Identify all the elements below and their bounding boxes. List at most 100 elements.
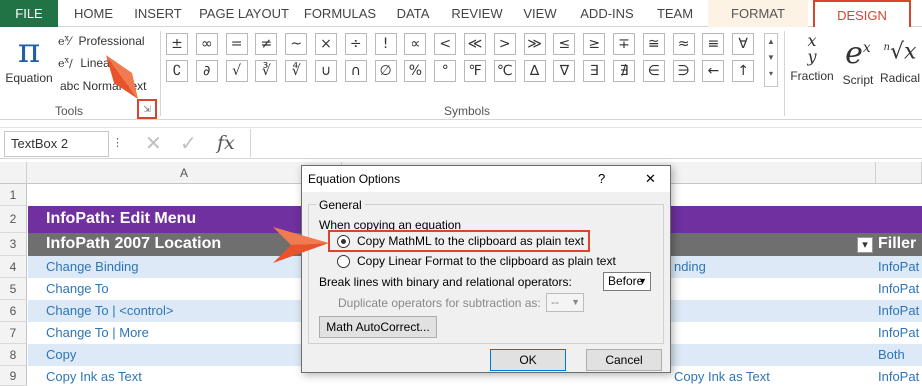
tab-review[interactable]: REVIEW bbox=[446, 0, 508, 27]
tab-team[interactable]: TEAM bbox=[650, 0, 700, 27]
symbol-button[interactable]: ∆ bbox=[523, 60, 546, 82]
table-cell[interactable]: Change To bbox=[42, 281, 292, 296]
table-cell[interactable]: InfoPat bbox=[874, 281, 922, 296]
insert-function-icon[interactable]: fx bbox=[217, 132, 235, 154]
table-cell[interactable]: Change To | <control> bbox=[42, 303, 292, 318]
row-header[interactable]: 4 bbox=[0, 256, 27, 278]
symbol-button[interactable]: > bbox=[493, 33, 516, 55]
table-cell[interactable]: Copy Ink as Text bbox=[42, 369, 292, 384]
symbol-button[interactable]: ∅ bbox=[374, 60, 397, 82]
enter-icon[interactable]: ✓ bbox=[180, 131, 197, 155]
column-header[interactable] bbox=[876, 162, 922, 184]
symbol-button[interactable]: ← bbox=[702, 60, 725, 82]
symbol-button[interactable]: ≥ bbox=[583, 33, 606, 55]
symbols-scroll[interactable]: ▲ ▼ ▾ bbox=[764, 33, 778, 87]
symbol-button[interactable]: ∪ bbox=[315, 60, 337, 82]
symbol-button[interactable]: ∋ bbox=[672, 60, 695, 82]
symbol-button[interactable]: % bbox=[404, 60, 427, 82]
table-cell[interactable]: Change Binding bbox=[42, 259, 292, 274]
symbol-button[interactable]: ≤ bbox=[553, 33, 576, 55]
cancel-button[interactable]: Cancel bbox=[586, 349, 662, 371]
row-header[interactable]: 3 bbox=[0, 233, 27, 256]
symbol-button[interactable]: ± bbox=[166, 33, 188, 55]
table-cell[interactable]: InfoPat bbox=[874, 369, 922, 384]
row-header[interactable]: 1 bbox=[0, 184, 27, 206]
tab-view[interactable]: VIEW bbox=[516, 0, 564, 27]
symbol-button[interactable]: ℉ bbox=[464, 60, 486, 82]
symbol-button[interactable]: ° bbox=[434, 60, 457, 82]
row-header[interactable]: 7 bbox=[0, 322, 27, 344]
symbol-button[interactable]: ↑ bbox=[732, 60, 755, 82]
cancel-icon[interactable]: ✕ bbox=[145, 131, 162, 155]
symbol-button[interactable]: × bbox=[315, 33, 337, 55]
table-cell[interactable]: Change To | More bbox=[42, 325, 292, 340]
symbol-button[interactable]: ≠ bbox=[255, 33, 278, 55]
symbol-button[interactable]: < bbox=[434, 33, 457, 55]
tab-page-layout[interactable]: PAGE LAYOUT bbox=[196, 0, 292, 27]
symbol-button[interactable]: ∂ bbox=[195, 60, 218, 82]
name-box[interactable]: TextBox 2 bbox=[4, 131, 109, 157]
help-button[interactable]: ? bbox=[598, 166, 605, 192]
math-autocorrect-button[interactable]: Math AutoCorrect... bbox=[319, 316, 437, 338]
symbol-button[interactable]: ∛ bbox=[255, 60, 278, 82]
symbol-button[interactable]: ∝ bbox=[404, 33, 427, 55]
mathml-option-label[interactable]: Copy MathML to the clipboard as plain te… bbox=[357, 234, 584, 248]
tab-home[interactable]: HOME bbox=[66, 0, 121, 27]
symbol-button[interactable]: ∜ bbox=[285, 60, 308, 82]
namebox-dropdown-icon[interactable]: ⋮ bbox=[112, 136, 123, 149]
symbol-button[interactable]: ∁ bbox=[166, 60, 188, 82]
fraction-button[interactable]: xy Fraction bbox=[788, 29, 836, 89]
equation-button[interactable]: π Equation bbox=[4, 31, 54, 91]
linear-option-label[interactable]: Copy Linear Format to the clipboard as p… bbox=[357, 254, 616, 268]
tab-insert[interactable]: INSERT bbox=[128, 0, 188, 27]
symbol-button[interactable]: ∃ bbox=[583, 60, 606, 82]
column-header-a[interactable]: A bbox=[27, 162, 342, 184]
tab-data[interactable]: DATA bbox=[388, 0, 438, 27]
symbol-button[interactable]: ∞ bbox=[195, 33, 218, 55]
break-lines-select[interactable]: Before ▼ bbox=[603, 272, 651, 291]
ok-button[interactable]: OK bbox=[490, 349, 566, 371]
radical-button[interactable]: n√x Radical bbox=[878, 29, 922, 89]
tab-formulas[interactable]: FORMULAS bbox=[300, 0, 380, 27]
row-header[interactable]: 9 bbox=[0, 366, 27, 386]
symbol-button[interactable]: ≫ bbox=[523, 33, 546, 55]
linear-radio[interactable] bbox=[337, 255, 350, 268]
row-header[interactable]: 2 bbox=[0, 206, 27, 233]
table-cell[interactable]: Copy bbox=[42, 347, 292, 362]
table-cell[interactable]: InfoPat bbox=[874, 303, 922, 318]
tab-format[interactable]: FORMAT bbox=[708, 0, 808, 27]
symbol-button[interactable]: = bbox=[225, 33, 248, 55]
row-header[interactable]: 5 bbox=[0, 278, 27, 300]
table-cell[interactable]: Copy Ink as Text bbox=[670, 369, 870, 384]
tab-add-ins[interactable]: ADD-INS bbox=[572, 0, 642, 27]
symbol-button[interactable]: ∀ bbox=[732, 33, 755, 55]
row-header[interactable]: 8 bbox=[0, 344, 27, 366]
symbol-button[interactable]: ∩ bbox=[344, 60, 367, 82]
symbol-button[interactable]: ℃ bbox=[493, 60, 516, 82]
symbol-button[interactable]: ! bbox=[374, 33, 397, 55]
symbol-button[interactable]: √ bbox=[225, 60, 248, 82]
symbol-button[interactable]: ∓ bbox=[613, 33, 635, 55]
formula-input[interactable] bbox=[250, 129, 922, 157]
symbol-button[interactable]: ≪ bbox=[464, 33, 486, 55]
select-all-corner[interactable] bbox=[0, 162, 27, 184]
mathml-radio[interactable] bbox=[337, 235, 350, 248]
table-cell[interactable]: Both bbox=[874, 347, 922, 362]
symbol-button[interactable]: ≅ bbox=[642, 33, 665, 55]
symbol-button[interactable]: ∇ bbox=[553, 60, 576, 82]
script-button[interactable]: ex Script bbox=[838, 29, 878, 89]
tab-file[interactable]: FILE bbox=[0, 0, 58, 27]
tab-design[interactable]: DESIGN bbox=[813, 0, 911, 27]
table-cell[interactable]: InfoPat bbox=[874, 259, 922, 274]
symbol-button[interactable]: ~ bbox=[285, 33, 308, 55]
row-header[interactable]: 6 bbox=[0, 300, 27, 322]
symbol-button[interactable]: ≡ bbox=[702, 33, 725, 55]
symbol-button[interactable]: ÷ bbox=[344, 33, 367, 55]
table-cell[interactable]: nding bbox=[670, 259, 870, 274]
professional-button[interactable]: ex⁄ Professional bbox=[58, 33, 145, 51]
duplicate-operators-select[interactable]: -- ▼ bbox=[546, 293, 584, 312]
symbol-button[interactable]: ≈ bbox=[672, 33, 695, 55]
symbol-button[interactable]: ∈ bbox=[642, 60, 665, 82]
filter-dropdown-icon[interactable]: ▾ bbox=[857, 237, 873, 253]
symbol-button[interactable]: ∄ bbox=[613, 60, 635, 82]
